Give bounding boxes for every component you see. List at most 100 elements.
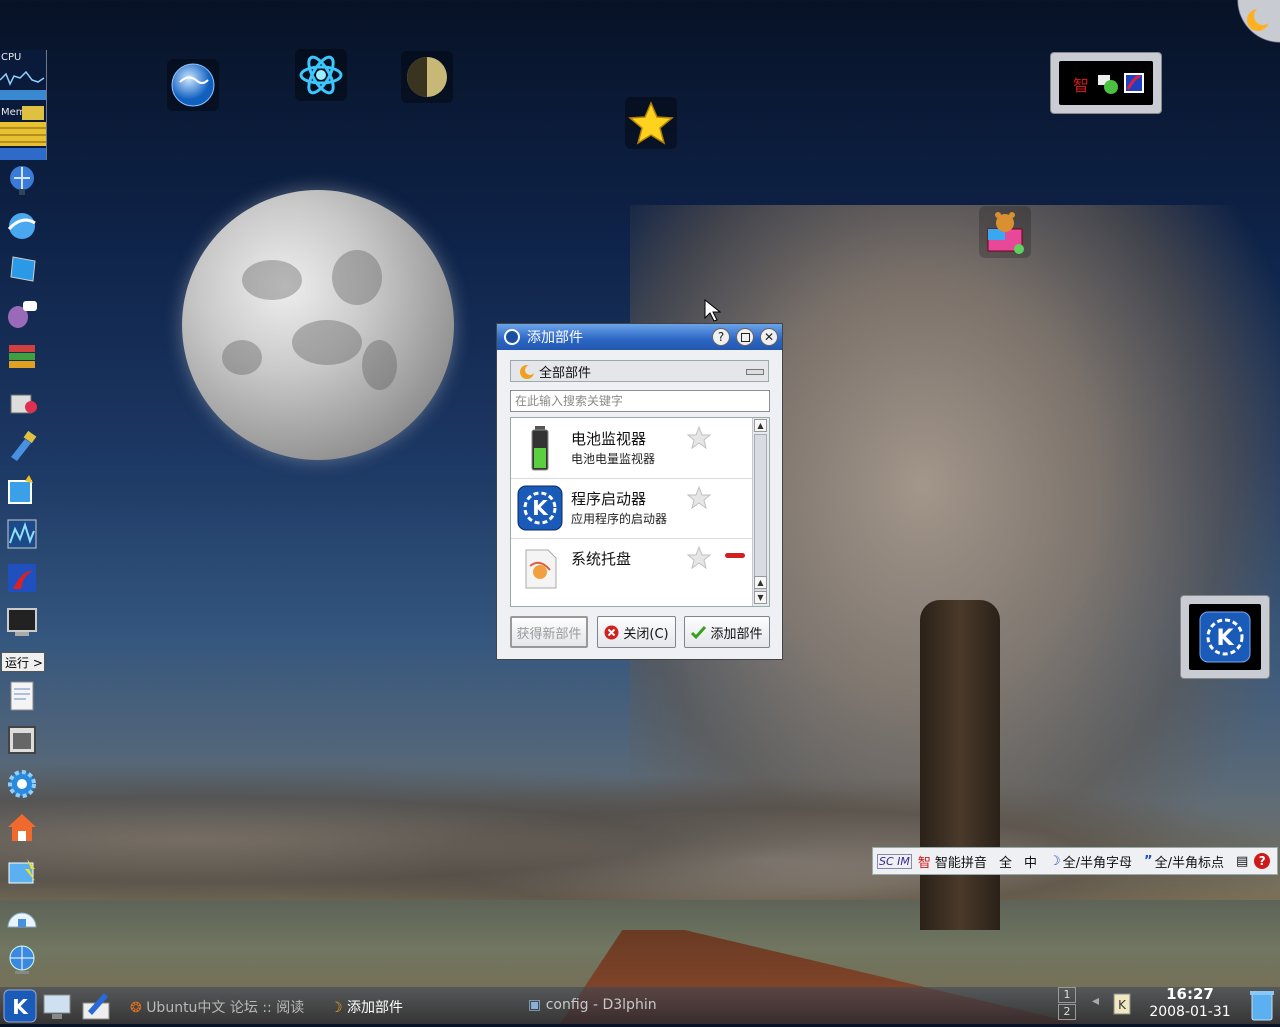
- task-firefox[interactable]: ❂ Ubuntu中文 论坛 :: 阅读: [130, 997, 304, 1017]
- task-add-widgets[interactable]: ☽ 添加部件: [330, 997, 403, 1017]
- pager-desktop-1[interactable]: 1: [1058, 987, 1076, 1003]
- ime-full-width[interactable]: 全: [999, 852, 1012, 871]
- close-window-button[interactable]: ✕: [760, 328, 778, 346]
- list-item[interactable]: 系统托盘: [511, 538, 753, 598]
- network-tray-icon[interactable]: [1097, 73, 1119, 95]
- task-dolphin[interactable]: ▣ config - D3lphin: [528, 997, 657, 1013]
- list-scrollbar[interactable]: ▲ ▲ ▼: [752, 418, 769, 606]
- system-tray-icon: [525, 549, 557, 589]
- mem-bar: [22, 106, 44, 120]
- scim-logo[interactable]: SC IM: [877, 853, 912, 869]
- help-button[interactable]: ?: [712, 328, 730, 346]
- kde-menu-button[interactable]: K: [3, 989, 37, 1027]
- clock-time: 16:27: [1166, 985, 1214, 1003]
- maximize-button[interactable]: [736, 328, 754, 346]
- ime-chinese[interactable]: 中: [1024, 852, 1037, 871]
- category-select[interactable]: 全部部件: [510, 360, 769, 382]
- desktop-pager[interactable]: 1 2: [1058, 987, 1078, 1023]
- battery-icon: [531, 426, 549, 471]
- kde-logo-icon: K: [1199, 611, 1251, 663]
- chat-icon[interactable]: [4, 296, 40, 332]
- scroll-up-arrow[interactable]: ▲: [754, 419, 767, 432]
- terminal-icon[interactable]: [4, 604, 40, 640]
- kde-launcher-widget[interactable]: K: [1180, 595, 1270, 679]
- svg-text:K: K: [12, 995, 29, 1019]
- trash-icon[interactable]: [1249, 988, 1275, 1026]
- category-icon: [520, 365, 535, 379]
- favorite-star-icon[interactable]: [687, 426, 711, 450]
- kde-start-icon: K: [3, 989, 37, 1023]
- wallpaper-trunk: [920, 600, 1000, 930]
- scroll-down-arrow[interactable]: ▼: [754, 591, 767, 604]
- package-icon[interactable]: [4, 384, 40, 420]
- add-widget-button[interactable]: 添加部件: [684, 616, 770, 648]
- quote-icon: ”: [1144, 853, 1153, 869]
- task-label: config - D3lphin: [545, 997, 657, 1013]
- svg-text:K: K: [1216, 626, 1234, 651]
- firefox-icon: ❂: [130, 1000, 142, 1016]
- books-icon[interactable]: [4, 340, 40, 376]
- settings-gear-icon[interactable]: [4, 766, 40, 802]
- window-add-icon[interactable]: [4, 472, 40, 508]
- get-new-widgets-button[interactable]: 获得新部件: [510, 616, 588, 648]
- close-button[interactable]: 关闭(C): [597, 616, 676, 648]
- corner-menu[interactable]: [1230, 0, 1280, 48]
- item-name: 电池监视器: [571, 430, 647, 448]
- clock[interactable]: 16:27 2008-01-31: [1146, 985, 1234, 1021]
- atom-icon[interactable]: [295, 49, 347, 101]
- browser-icon[interactable]: [4, 208, 40, 244]
- kde-launcher-icon: K: [517, 485, 563, 531]
- ime-menu-icon[interactable]: ▤: [1236, 854, 1248, 869]
- screen-tray-icon[interactable]: [1123, 72, 1145, 94]
- search-input[interactable]: [510, 390, 770, 412]
- toy-bear-icon[interactable]: [979, 206, 1031, 258]
- run-button[interactable]: 运行 >: [1, 652, 45, 672]
- ime-zhi-icon[interactable]: 智: [1073, 72, 1089, 96]
- ime-mode[interactable]: 智能拼音: [935, 852, 987, 871]
- klipper-icon[interactable]: K: [1112, 992, 1132, 1020]
- home-icon[interactable]: [4, 810, 40, 846]
- item-desc: 应用程序的启动器: [571, 512, 668, 526]
- dropdown-handle[interactable]: [746, 369, 764, 375]
- cleaner-icon[interactable]: [4, 428, 40, 464]
- window-icon[interactable]: [4, 722, 40, 758]
- folder-flash-icon[interactable]: [4, 854, 40, 890]
- close-button-label: 关闭(C): [623, 626, 669, 642]
- arrow-left-icon[interactable]: ◂: [1092, 993, 1099, 1009]
- favorite-star-icon[interactable]: [687, 546, 711, 570]
- ime-punct-width[interactable]: 全/半角标点: [1155, 852, 1224, 871]
- crescent-moon-icon: [1247, 7, 1272, 31]
- category-label: 全部部件: [539, 365, 592, 381]
- scroll-up-arrow[interactable]: ▲: [754, 576, 767, 589]
- acrobat-icon[interactable]: [4, 560, 40, 596]
- show-desktop-button[interactable]: [42, 991, 74, 1025]
- dialog-title-bar[interactable]: 添加部件 ? ✕: [497, 324, 782, 350]
- pager-desktop-2[interactable]: 2: [1058, 1004, 1076, 1020]
- cancel-icon: [604, 625, 619, 639]
- ime-zhi-icon[interactable]: 智: [918, 852, 931, 871]
- ime-help-icon[interactable]: ?: [1254, 853, 1271, 869]
- task-label: Ubuntu中文 论坛 :: 阅读: [146, 1000, 305, 1016]
- computer-icon[interactable]: [4, 252, 40, 288]
- remove-widget-icon[interactable]: [725, 553, 745, 558]
- document-icon[interactable]: [4, 678, 40, 714]
- web-globe-icon[interactable]: [4, 942, 40, 978]
- check-icon: [691, 625, 707, 639]
- pen-paper-icon: [82, 993, 110, 1020]
- igloo-icon[interactable]: [4, 898, 40, 934]
- globe-icon[interactable]: [167, 59, 219, 111]
- ime-letter-width[interactable]: 全/半角字母: [1063, 852, 1132, 871]
- item-name: 系统托盘: [571, 550, 632, 568]
- favorite-star-icon[interactable]: [687, 486, 711, 510]
- star-icon[interactable]: [625, 97, 677, 149]
- list-item[interactable]: K 程序启动器 应用程序的启动器: [511, 478, 753, 539]
- editor-launcher[interactable]: [80, 989, 112, 1025]
- system-monitor[interactable]: CPU Mem: [0, 50, 47, 160]
- add-widgets-dialog: 添加部件 ? ✕ 全部部件 电池监视器 电池电量监视器 K 程序启动器 应用程序…: [496, 323, 783, 660]
- item-desc: 电池电量监视器: [571, 452, 656, 466]
- monitor-graph-icon[interactable]: [4, 516, 40, 552]
- network-icon[interactable]: [4, 162, 40, 198]
- list-item[interactable]: 电池监视器 电池电量监视器: [511, 418, 753, 479]
- moon-phase-icon[interactable]: [401, 51, 453, 103]
- scroll-thumb[interactable]: [754, 434, 767, 592]
